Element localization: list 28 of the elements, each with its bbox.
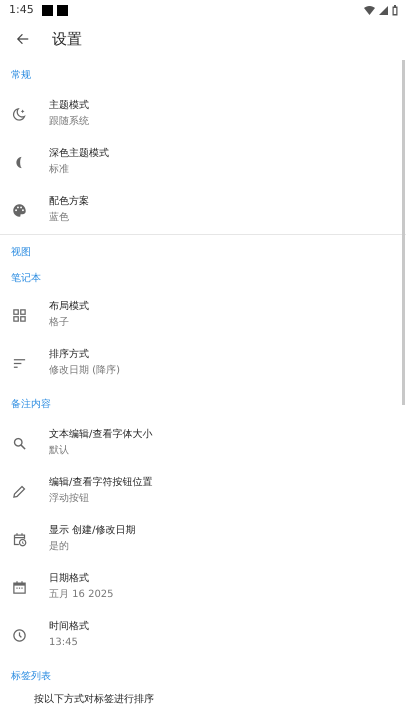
status-time: 1:45 — [9, 2, 34, 18]
setting-title[interactable]: 深色主题模式 — [49, 148, 109, 160]
section-header: 常规 — [10, 68, 32, 83]
setting-title[interactable]: 主题模式 — [49, 100, 89, 112]
setting-title[interactable]: 配色方案 — [49, 196, 89, 208]
setting-value: 标准 — [49, 164, 70, 176]
setting-value: 修改日期 (降序) — [49, 365, 120, 377]
setting-value: 蓝色 — [49, 212, 70, 224]
section-header: 备注内容 — [10, 398, 52, 412]
setting-value: 跟随系统 — [49, 116, 89, 128]
setting-title[interactable]: 文本编辑/查看字体大小 — [49, 429, 152, 441]
setting-title[interactable]: 布局模式 — [49, 301, 89, 313]
setting-value: 五月 16 2025 — [49, 589, 114, 601]
setting-value: 浮动按钮 — [49, 493, 90, 505]
section-header: 笔记本 — [10, 272, 42, 286]
section-header: 视图 — [10, 246, 32, 260]
section-header: 标签列表 — [10, 670, 52, 684]
setting-value: 13:45 — [49, 637, 79, 649]
setting-title[interactable]: 显示 创建/修改日期 — [49, 525, 136, 537]
setting-value: 默认 — [49, 445, 70, 457]
setting-title[interactable]: 时间格式 — [49, 621, 89, 633]
setting-title[interactable]: 编辑/查看字符按钮位置 — [49, 477, 152, 489]
setting-title[interactable]: 日期格式 — [49, 573, 114, 585]
setting-title[interactable]: 排序方式 — [49, 349, 120, 361]
setting-value: 格子 — [49, 317, 70, 329]
setting-title[interactable]: 按以下方式对标签进行排序 — [34, 694, 154, 706]
setting-value: 是的 — [49, 541, 70, 553]
page-title: 设置 — [52, 28, 82, 50]
